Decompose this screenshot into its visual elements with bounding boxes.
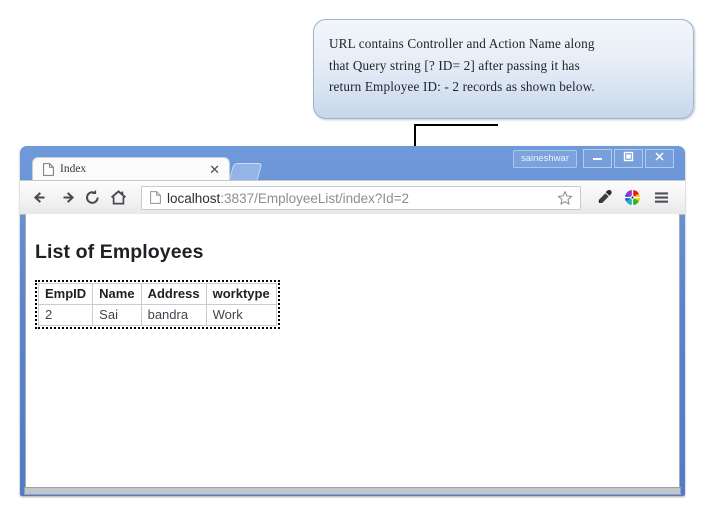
new-tab-button[interactable]	[228, 163, 263, 181]
table-header-row: EmpID Name Address worktype	[37, 283, 277, 305]
star-icon[interactable]	[557, 190, 573, 206]
employee-table: EmpID Name Address worktype 2 Sai bandra…	[37, 283, 277, 326]
cell-name: Sai	[92, 304, 142, 326]
browser-window-bottom-edge	[24, 487, 681, 495]
employee-table-container: EmpID Name Address worktype 2 Sai bandra…	[35, 280, 280, 329]
browser-tab-title: Index	[60, 163, 87, 175]
eyedropper-icon[interactable]	[595, 188, 614, 207]
browser-toolbar: localhost:3837/EmployeeList/index?Id=2	[20, 180, 685, 215]
column-header-worktype: worktype	[205, 283, 277, 305]
address-bar[interactable]: localhost:3837/EmployeeList/index?Id=2	[141, 186, 581, 210]
cell-worktype: Work	[205, 304, 277, 326]
back-arrow-icon[interactable]	[32, 188, 51, 207]
browser-tab-index[interactable]: Index ✕	[32, 157, 230, 182]
column-header-empid: EmpID	[37, 283, 94, 305]
hamburger-menu-icon[interactable]	[652, 188, 671, 207]
tab-close-icon[interactable]: ✕	[209, 161, 220, 178]
user-account-chip[interactable]: saineshwar	[512, 150, 577, 168]
forward-arrow-icon[interactable]	[57, 188, 76, 207]
page-icon	[43, 163, 54, 176]
cell-empid: 2	[37, 304, 94, 326]
close-icon[interactable]	[645, 149, 674, 168]
column-header-address: Address	[140, 283, 207, 305]
browser-window: saineshwar Index ✕ localhost:3837/Employ…	[20, 146, 685, 496]
maximize-icon[interactable]	[614, 149, 643, 168]
page-icon	[150, 191, 161, 204]
address-bar-url: localhost:3837/EmployeeList/index?Id=2	[167, 189, 409, 208]
cell-address: bandra	[140, 304, 207, 326]
home-icon[interactable]	[109, 188, 128, 207]
page-title: List of Employees	[35, 241, 204, 263]
annotation-leader-horizontal	[414, 124, 498, 126]
color-wheel-icon[interactable]	[623, 188, 642, 207]
column-header-name: Name	[92, 283, 142, 305]
minimize-icon[interactable]	[583, 149, 612, 168]
page-viewport: List of Employees EmpID Name Address wor…	[25, 214, 680, 488]
address-bar-host: localhost	[167, 191, 221, 206]
annotation-callout: URL contains Controller and Action Name …	[313, 19, 694, 119]
address-bar-path: :3837/EmployeeList/index?Id=2	[220, 191, 410, 206]
table-row: 2 Sai bandra Work	[37, 304, 277, 326]
annotation-callout-text: URL contains Controller and Action Name …	[329, 36, 595, 94]
reload-icon[interactable]	[83, 188, 102, 207]
